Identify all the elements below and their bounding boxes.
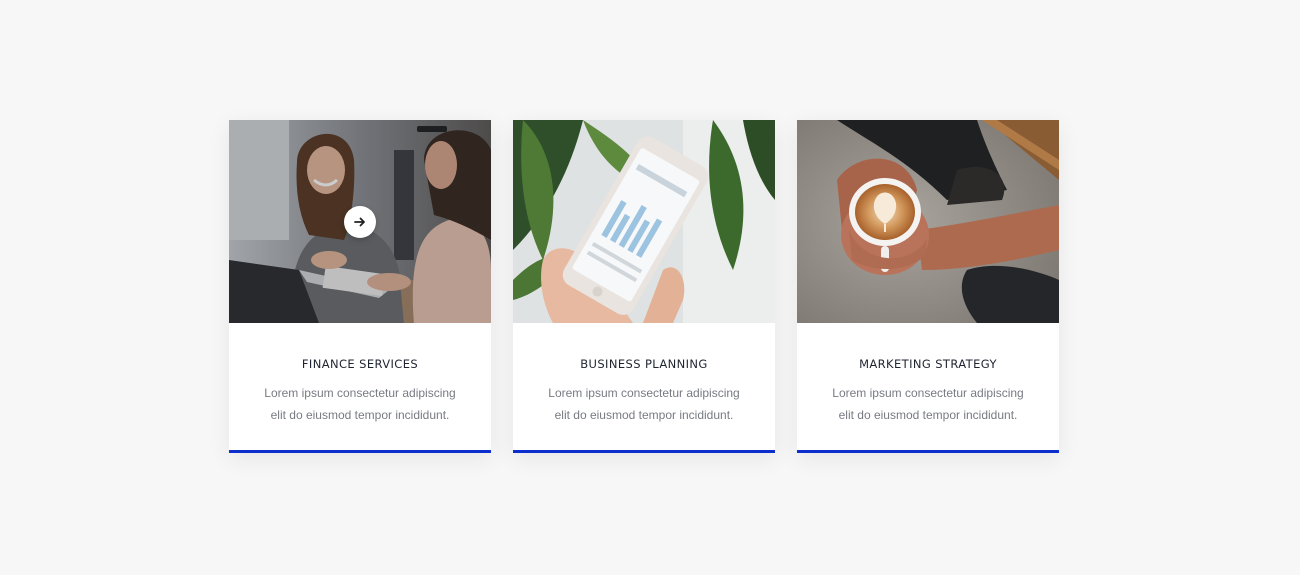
card-accent-bar <box>797 450 1059 453</box>
card-description-line: Lorem ipsum consectetur adipiscing <box>832 386 1024 400</box>
phone-analytics-photo <box>513 120 775 323</box>
card-image-marketing[interactable] <box>797 120 1059 323</box>
coffee-latte-photo <box>797 120 1059 323</box>
card-description-line: elit do eiusmod tempor incididunt. <box>838 408 1018 422</box>
card-body: FINANCE SERVICES Lorem ipsum consectetur… <box>229 323 491 426</box>
card-description: Lorem ipsum consectetur adipiscing elit … <box>229 382 491 426</box>
card-title[interactable]: FINANCE SERVICES <box>229 357 491 371</box>
card-description-line: elit do eiusmod tempor incididunt. <box>554 408 734 422</box>
card-description: Lorem ipsum consectetur adipiscing elit … <box>797 382 1059 426</box>
card-description-line: Lorem ipsum consectetur adipiscing <box>264 386 456 400</box>
card-title[interactable]: MARKETING STRATEGY <box>797 357 1059 371</box>
service-card-finance[interactable]: FINANCE SERVICES Lorem ipsum consectetur… <box>229 120 491 453</box>
card-body: MARKETING STRATEGY Lorem ipsum consectet… <box>797 323 1059 426</box>
card-accent-bar <box>513 450 775 453</box>
card-description-line: Lorem ipsum consectetur adipiscing <box>548 386 740 400</box>
service-cards: FINANCE SERVICES Lorem ipsum consectetur… <box>229 120 1059 453</box>
service-card-marketing[interactable]: MARKETING STRATEGY Lorem ipsum consectet… <box>797 120 1059 453</box>
card-description: Lorem ipsum consectetur adipiscing elit … <box>513 382 775 426</box>
card-body: BUSINESS PLANNING Lorem ipsum consectetu… <box>513 323 775 426</box>
card-image-finance[interactable] <box>229 120 491 323</box>
arrow-right-icon <box>354 217 365 227</box>
card-link-button[interactable] <box>344 206 376 238</box>
card-accent-bar <box>229 450 491 453</box>
card-description-line: elit do eiusmod tempor incididunt. <box>270 408 450 422</box>
card-title[interactable]: BUSINESS PLANNING <box>513 357 775 371</box>
service-card-business[interactable]: BUSINESS PLANNING Lorem ipsum consectetu… <box>513 120 775 453</box>
card-image-business[interactable] <box>513 120 775 323</box>
